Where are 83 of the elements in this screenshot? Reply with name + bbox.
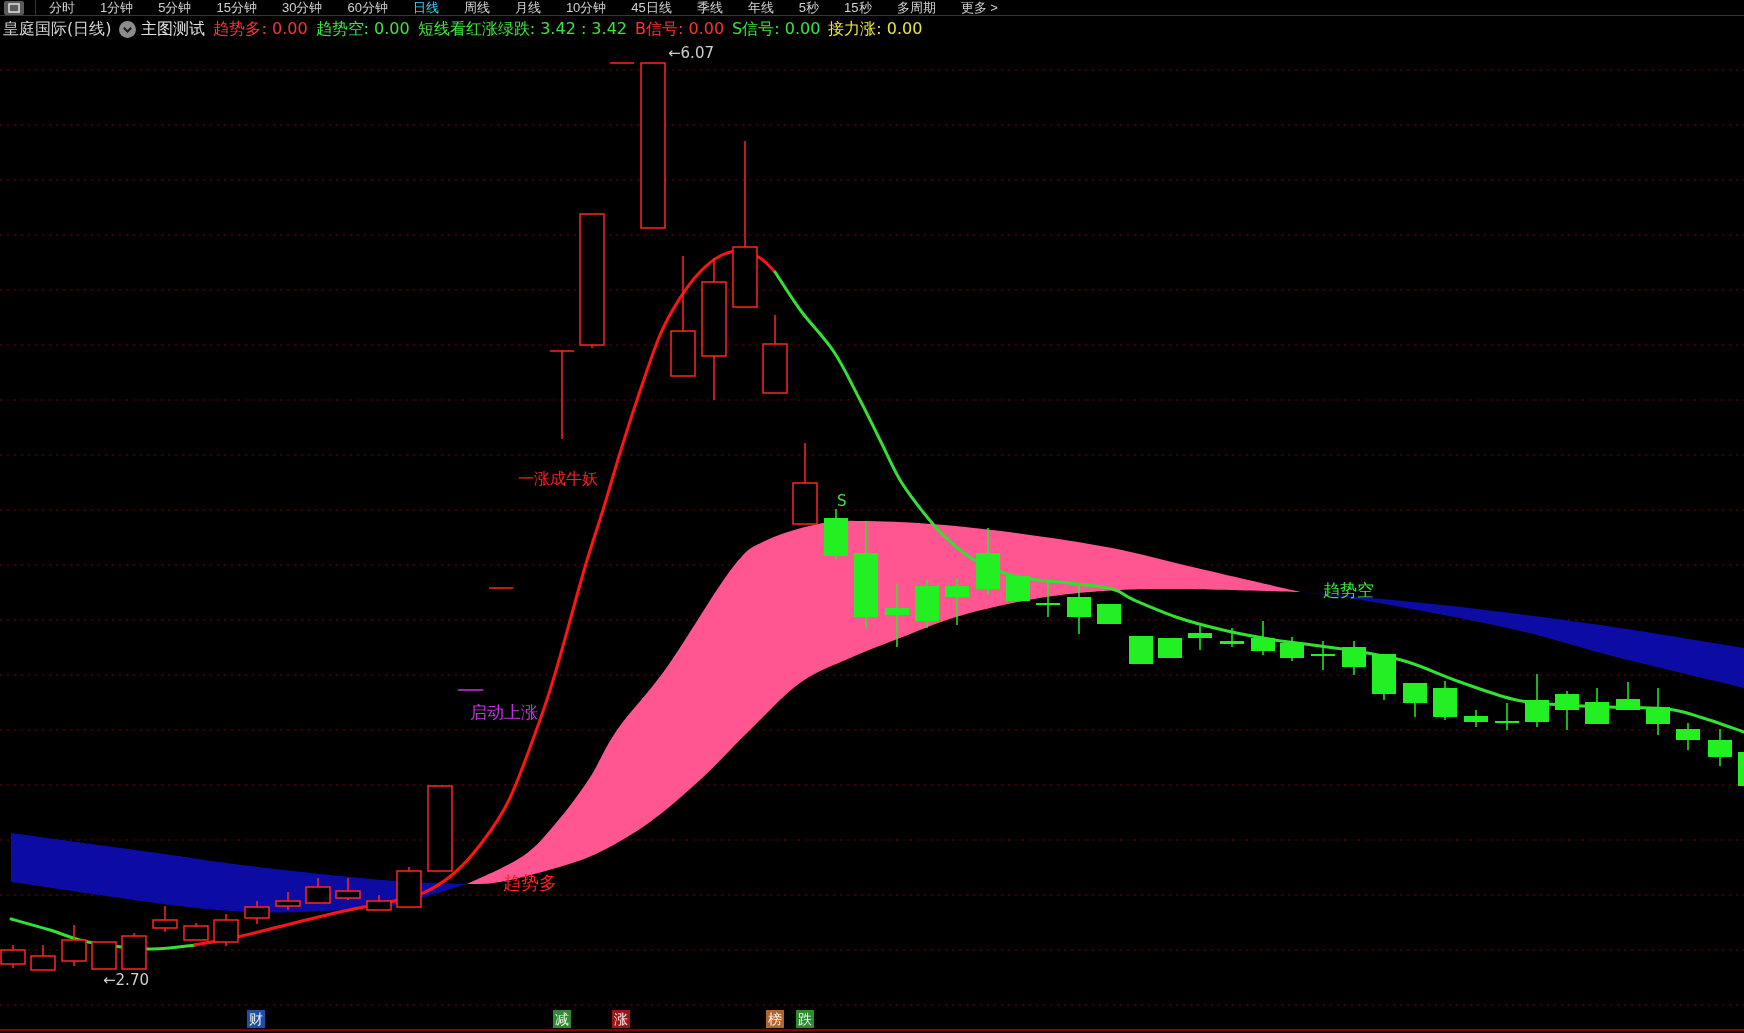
timeframe-tab[interactable]: 5秒 [798,0,820,15]
candlestick [1585,687,1609,725]
candlestick [183,922,209,941]
candlestick [915,579,939,629]
candlestick [1525,673,1549,728]
candlestick [396,866,422,908]
signal-label: 趋势空 [1323,580,1374,600]
timeframe-tab[interactable]: 15分钟 [216,0,257,15]
candlestick [1495,702,1519,731]
timeframe-tab[interactable]: 15秒 [844,0,872,15]
indicator-value: 趋势空: 0.00 [315,18,410,40]
candlestick [1129,635,1153,665]
candlestick [152,905,178,933]
candlestick [1646,687,1670,736]
candlestick [1188,625,1212,651]
indicator-name: 主图测试 [141,18,206,40]
event-tag[interactable]: 财 [247,1010,265,1028]
price-label: ←2.70 [103,971,149,989]
signal-label: S [837,492,847,510]
candlestick [1676,722,1700,751]
timeframe-tab[interactable]: 5分钟 [158,0,192,15]
candlestick [1464,709,1488,728]
candlestick [366,894,392,911]
candlestick [885,583,909,648]
timeframe-tab[interactable]: 年线 [747,0,774,15]
timeframe-tab[interactable]: 多周期 [896,0,936,15]
timeframe-tab[interactable]: 45日线 [631,0,672,15]
candlestick [335,877,361,901]
candlestick [824,508,848,561]
signal-label: 启动上涨 [470,702,538,722]
indicator-value: B信号: 0.00 [635,18,725,40]
candlestick [61,924,87,967]
candlestick [1067,583,1091,635]
signal-label: 一涨成牛妖 [518,469,598,488]
timeframe-tab[interactable]: 季线 [696,0,723,15]
candlestick [30,944,56,971]
stock-title: 皇庭国际(日线) [3,18,112,40]
candlestick [1097,603,1121,625]
timeframe-tab[interactable]: 更多 > [960,0,998,15]
candlestick [488,587,514,589]
candlestick [1251,620,1275,656]
signal-marker [457,689,484,691]
candlestick [1220,627,1244,648]
chevron-circle-icon[interactable] [119,20,137,38]
candlestick [1280,636,1304,662]
candlestick [1433,680,1457,721]
candlestick [1708,728,1732,767]
candlestick [91,941,117,970]
timeframe-tab[interactable]: 30分钟 [281,0,323,15]
candlestick [121,932,147,970]
candlestick [976,527,1000,596]
candlestick [275,891,301,911]
timeframe-tab[interactable]: 10分钟 [565,0,607,15]
candlestick [1372,653,1396,701]
timeframe-tab[interactable]: 1分钟 [100,0,134,15]
candlestick [1006,575,1030,602]
timeframe-tab[interactable]: 月线 [514,0,541,15]
candlestick [1158,637,1182,659]
candlestick [305,877,331,904]
candlestick [244,900,270,925]
timeframe-tab[interactable]: 周线 [463,0,490,15]
indicator-value: 短线看红涨绿跌: 3.42 : 3.42 [417,18,627,40]
indicator-value: 接力涨: 0.00 [828,18,923,40]
event-tag[interactable]: 跌 [796,1010,814,1028]
candlestick [213,913,239,947]
candlestick [945,577,969,626]
indicator-value: 趋势多: 0.00 [213,18,308,40]
timeframe-tab[interactable]: 日线 [412,0,439,15]
event-tag[interactable]: 减 [553,1010,571,1028]
price-label: ←6.07 [668,44,714,62]
candlestick [1555,690,1579,731]
candlestick [1616,681,1640,711]
candlestick [1342,640,1366,676]
candlestick [1403,682,1427,718]
timeframe-tab[interactable]: 60分钟 [347,0,388,15]
event-tag[interactable]: 涨 [612,1010,630,1028]
candlestick [609,62,635,64]
candlestick [1311,640,1335,671]
candlestick [1738,752,1744,786]
indicator-value: S信号: 0.00 [732,18,821,40]
event-tag[interactable]: 榜 [766,1010,784,1028]
candlestick [1036,579,1060,618]
timeframe-tab[interactable]: 分时 [49,0,75,15]
